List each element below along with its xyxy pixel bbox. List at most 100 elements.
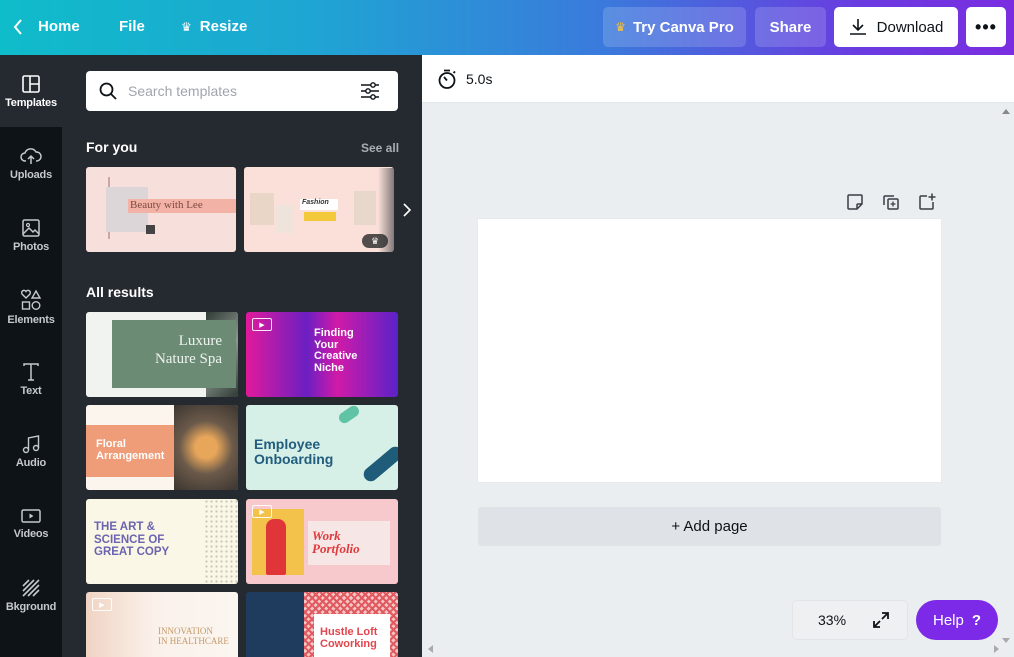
- fullscreen-expand-icon[interactable]: [872, 611, 890, 629]
- rail-label: Bkground: [5, 600, 57, 613]
- download-label: Download: [876, 18, 944, 36]
- design-page[interactable]: [478, 219, 941, 482]
- template-title: Luxure Nature Spa: [126, 332, 222, 368]
- rail-item-audio[interactable]: Audio: [0, 415, 62, 487]
- title-line: Niche: [314, 361, 344, 374]
- rail-item-photos[interactable]: Photos: [0, 199, 62, 271]
- download-button[interactable]: Download: [834, 7, 958, 47]
- search-templates-input[interactable]: [128, 83, 353, 99]
- background-stripes-icon: [22, 578, 40, 597]
- add-page-icon[interactable]: [917, 192, 937, 212]
- rail-item-text[interactable]: Text: [0, 343, 62, 415]
- left-rail: Templates Uploads Photos Elements Text A…: [0, 55, 62, 657]
- zoom-control: 33%: [792, 600, 908, 640]
- rail-label: Elements: [7, 313, 55, 326]
- video-icon: [21, 508, 41, 523]
- template-thumbnail[interactable]: THE ART & SCIENCE OF GREAT COPY: [86, 499, 238, 584]
- crown-icon: ♛: [615, 20, 626, 34]
- resize-button[interactable]: ♛ Resize: [181, 18, 247, 35]
- timing-toolbar: 5.0s: [422, 55, 1014, 103]
- add-page-button[interactable]: + Add page: [478, 507, 941, 546]
- video-play-badge: ▶: [252, 318, 272, 331]
- top-bar: Home File ♛ Resize ♛ Try Canva Pro Share…: [0, 0, 1014, 55]
- scroll-down-arrow[interactable]: [1002, 638, 1010, 643]
- duplicate-page-icon[interactable]: [881, 192, 901, 212]
- rail-label: Uploads: [10, 168, 52, 181]
- template-thumbnail[interactable]: ▶ INNOVATION IN HEALTHCARE: [86, 592, 238, 657]
- template-thumbnail[interactable]: ▶ Work Portfolio: [246, 499, 398, 584]
- photo-icon: [22, 218, 40, 237]
- help-label: Help: [932, 611, 964, 629]
- crown-icon: ♛: [181, 19, 192, 34]
- title-line: Finding: [314, 327, 354, 339]
- zoom-level[interactable]: 33%: [818, 612, 846, 628]
- template-title: Work Portfolio: [312, 529, 360, 555]
- question-mark-icon: ?: [971, 611, 982, 629]
- template-title: Floral Arrangement: [96, 438, 164, 462]
- title-line: Onboarding: [254, 451, 334, 467]
- stopwatch-icon[interactable]: [436, 68, 458, 90]
- title-line: Employee: [254, 436, 321, 452]
- notes-icon[interactable]: [845, 192, 865, 212]
- rail-label: Text: [20, 384, 42, 397]
- template-thumbnail[interactable]: Hustle Loft Coworking: [246, 592, 398, 657]
- upload-cloud-icon: [20, 147, 42, 164]
- rail-item-uploads[interactable]: Uploads: [0, 127, 62, 199]
- title-line: Floral: [96, 438, 126, 450]
- template-title: INNOVATION IN HEALTHCARE: [158, 626, 229, 646]
- try-pro-label: Try Canva Pro: [632, 18, 734, 36]
- search-bar: [86, 71, 398, 111]
- shapes-icon: [20, 289, 42, 310]
- text-icon: [23, 362, 39, 381]
- help-button[interactable]: Help ?: [916, 600, 998, 640]
- back-button[interactable]: [12, 17, 24, 37]
- search-icon: [99, 82, 117, 100]
- file-menu-button[interactable]: File: [119, 18, 145, 35]
- title-line: IN HEALTHCARE: [158, 636, 229, 646]
- home-button[interactable]: Home: [38, 18, 80, 35]
- rail-label: Templates: [5, 96, 57, 109]
- music-note-icon: [22, 434, 40, 453]
- title-line: Nature Spa: [154, 351, 222, 367]
- try-canva-pro-button[interactable]: ♛ Try Canva Pro: [603, 7, 746, 47]
- more-options-button[interactable]: •••: [966, 7, 1006, 47]
- download-icon: [849, 19, 866, 35]
- title-line: Creative: [314, 350, 358, 362]
- for-you-heading: For you: [86, 139, 138, 155]
- template-thumbnail[interactable]: Luxure Nature Spa: [86, 312, 238, 397]
- rail-item-videos[interactable]: Videos: [0, 487, 62, 559]
- template-thumbnail[interactable]: Employee Onboarding: [246, 405, 398, 490]
- carousel-next-button[interactable]: [378, 168, 418, 252]
- rail-label: Videos: [13, 527, 49, 540]
- title-line: GREAT COPY: [94, 546, 170, 558]
- templates-icon: [22, 74, 40, 93]
- rail-item-background[interactable]: Bkground: [0, 559, 62, 631]
- template-thumbnail[interactable]: ▶ Finding Your Creative Niche: [246, 312, 398, 397]
- template-title: THE ART & SCIENCE OF GREAT COPY: [94, 521, 169, 559]
- chevron-left-icon: [13, 19, 22, 35]
- template-thumbnail[interactable]: Fashion ♛: [244, 167, 394, 252]
- filter-sliders-icon[interactable]: [359, 81, 381, 101]
- share-button[interactable]: Share: [755, 7, 826, 47]
- page-duration[interactable]: 5.0s: [466, 71, 492, 87]
- scroll-right-arrow[interactable]: [994, 645, 999, 653]
- all-results-heading: All results: [86, 284, 154, 300]
- template-thumbnail[interactable]: Beauty with Lee: [86, 167, 236, 252]
- template-title: Hustle Loft Coworking: [320, 626, 377, 650]
- rail-item-elements[interactable]: Elements: [0, 271, 62, 343]
- title-line: Arrangement: [96, 450, 165, 462]
- scroll-up-arrow[interactable]: [1002, 109, 1010, 114]
- title-line: INNOVATION: [158, 626, 213, 636]
- template-title: Finding Your Creative Niche: [314, 327, 358, 374]
- title-line: SCIENCE OF: [94, 533, 165, 546]
- scroll-left-arrow[interactable]: [428, 645, 433, 653]
- video-play-badge: ▶: [252, 505, 272, 518]
- template-title: Fashion: [302, 199, 329, 206]
- template-thumbnail[interactable]: Floral Arrangement: [86, 405, 238, 490]
- rail-item-templates[interactable]: Templates: [0, 55, 62, 127]
- title-line: THE ART &: [94, 521, 155, 533]
- see-all-link[interactable]: See all: [361, 141, 399, 155]
- template-title: Beauty with Lee: [130, 199, 203, 211]
- rail-label: Audio: [15, 456, 47, 469]
- title-line: Hustle Loft: [320, 626, 378, 638]
